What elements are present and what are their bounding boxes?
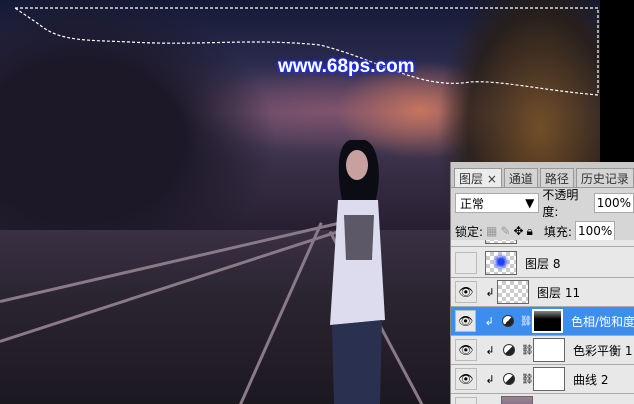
chevron-down-icon: ▼ (525, 196, 535, 210)
clip-arrow-icon: ↲ (484, 314, 494, 328)
lock-position-icon[interactable]: ✥ (513, 224, 523, 238)
tab-history[interactable]: 历史记录 (575, 168, 634, 187)
layer-name: 图层 8 (525, 256, 561, 271)
layer-row[interactable]: 👁︎ ↲ 图层 11 (451, 278, 634, 307)
layer-thumbnail (485, 240, 517, 244)
layer-thumbnail (485, 251, 517, 275)
layer-row[interactable] (451, 240, 634, 247)
fill-input[interactable]: 100% (574, 221, 616, 241)
lock-all-icon[interactable]: 🔒︎ (527, 224, 533, 239)
opacity-label: 不透明度: (542, 188, 579, 219)
fill-label: 填充: (543, 224, 572, 239)
lock-label: 锁定: (455, 224, 484, 239)
layer-row[interactable]: 👁︎ ↲ ⛓︎ 色彩平衡 1 (451, 336, 634, 365)
adjustment-icon (503, 373, 515, 385)
layer-name: 曲线 2 (573, 372, 609, 387)
layer-row[interactable]: 图层 8 (451, 249, 634, 278)
eye-icon[interactable]: 👁︎ (455, 368, 477, 390)
mask-thumbnail[interactable] (533, 338, 565, 362)
layer-row-selected[interactable]: 👁︎ ↲ ⛓︎ 色相/饱和度 (451, 307, 634, 336)
selection-marquee (13, 7, 599, 96)
visibility-toggle[interactable] (455, 252, 477, 274)
tab-layers[interactable]: 图层 × (454, 168, 502, 187)
layer-name: 图层 11 (537, 285, 581, 300)
lock-transparency-icon[interactable]: ▦ (486, 224, 497, 238)
clip-arrow-icon: ↲ (485, 343, 495, 357)
layer-name: 色彩平衡 1 (573, 343, 633, 358)
eye-icon[interactable]: 👁︎ (455, 339, 477, 361)
tab-channels[interactable]: 通道 (503, 168, 538, 187)
panel-tabs: 图层 × 通道 路径 历史记录 (451, 162, 634, 188)
layers-panel: 图层 × 通道 路径 历史记录 正常 ▼ 不透明度: 100% 锁定: ▦ ✎ ✥… (450, 162, 634, 404)
link-icon: ⛓︎ (521, 344, 534, 356)
eye-icon[interactable]: 👁︎ (455, 310, 477, 332)
clip-arrow-icon: ↲ (485, 372, 495, 386)
link-icon: ⛓︎ (519, 315, 533, 327)
mask-thumbnail[interactable] (533, 367, 565, 391)
layer-row[interactable] (451, 394, 634, 404)
layer-row[interactable]: 👁︎ ↲ ⛓︎ 曲线 2 (451, 365, 634, 394)
opacity-input[interactable]: 100% (593, 193, 634, 213)
mask-thumbnail[interactable] (531, 309, 563, 333)
adjustment-icon (503, 344, 515, 356)
lock-pixels-icon[interactable]: ✎ (500, 224, 510, 238)
layer-name: 色相/饱和度 (570, 314, 634, 329)
layer-thumbnail (497, 280, 529, 304)
layer-thumbnail (501, 396, 533, 404)
link-icon: ⛓︎ (521, 373, 534, 385)
blend-row: 正常 ▼ 不透明度: 100% (451, 188, 634, 219)
tab-paths[interactable]: 路径 (539, 168, 574, 187)
clip-arrow-icon: ↲ (485, 285, 495, 299)
layer-list: 图层 8 👁︎ ↲ 图层 11 👁︎ ↲ ⛓︎ 色相/饱和度 👁︎ ↲ ⛓︎ 色… (451, 240, 634, 404)
blend-mode-value: 正常 (460, 196, 485, 211)
adjustment-icon (502, 315, 514, 327)
eye-icon[interactable]: 👁︎ (455, 281, 477, 303)
blend-mode-select[interactable]: 正常 ▼ (455, 193, 540, 213)
girl-figure (330, 140, 385, 404)
watermark: www.68ps.com (278, 56, 415, 77)
